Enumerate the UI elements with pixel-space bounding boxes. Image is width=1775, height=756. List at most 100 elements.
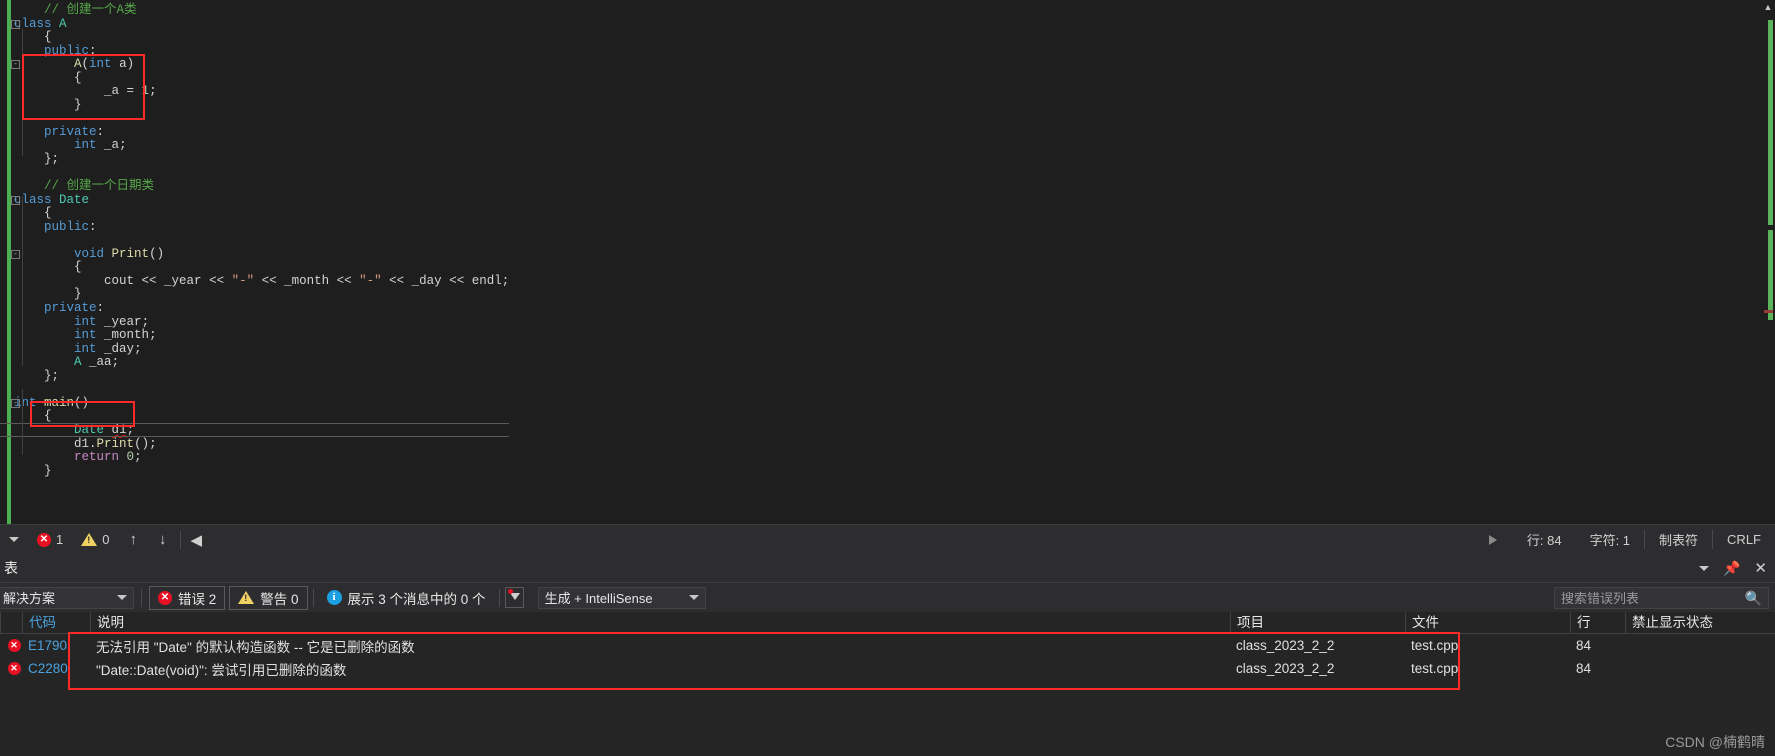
code-line[interactable]: return 0; (0, 450, 509, 465)
build-intellisense-combobox[interactable]: 生成 + IntelliSense (537, 586, 706, 609)
column-header-icon[interactable] (0, 611, 22, 634)
code-token: Date (59, 192, 90, 207)
tab-indicator[interactable]: 制表符 (1644, 530, 1714, 549)
code-token: = (119, 84, 142, 99)
code-line[interactable]: int _year; (0, 315, 509, 330)
code-token: // 创建一个日期类 (44, 179, 155, 194)
code-line[interactable] (0, 383, 509, 397)
fold-toggle-icon[interactable]: - (11, 195, 20, 205)
code-line[interactable]: public: (0, 44, 509, 59)
code-line[interactable]: - class Date (0, 192, 509, 208)
filter-errors-label: 错误 2 (178, 591, 217, 607)
error-count-item[interactable]: ✕ 1 (28, 525, 72, 554)
code-line[interactable]: { (0, 206, 509, 221)
code-line[interactable]: - class A (0, 17, 509, 32)
code-token: cout (104, 273, 135, 288)
scrollbar-thumb-lower[interactable] (1768, 230, 1773, 320)
code-line[interactable]: - A(int a) (0, 57, 509, 72)
code-line[interactable]: A _aa; (0, 355, 509, 370)
pin-icon[interactable]: 📌 (1723, 560, 1740, 577)
search-input[interactable] (1561, 590, 1745, 606)
code-line[interactable]: private: (0, 124, 509, 140)
scroll-up-icon[interactable]: ▲ (1762, 1, 1774, 13)
cell-desc: 无法引用 "Date" 的默认构造函数 -- 它是已删除的函数 (96, 639, 415, 655)
watermark-label: CSDN @楠鹤晴 (1665, 734, 1765, 750)
code-line[interactable]: } (0, 464, 509, 479)
filter-warnings-button[interactable]: 警告 0 (229, 585, 308, 610)
code-line[interactable] (0, 112, 509, 126)
code-line[interactable]: private: (0, 301, 509, 316)
code-token: _year (164, 273, 202, 288)
code-editor[interactable]: // 创建一个A类 - class A { public: - A(int a) { … (0, 0, 1775, 524)
code-line[interactable]: _a = 1; (0, 85, 509, 99)
filter-messages-button[interactable]: i 展示 3 个消息中的 0 个 (319, 586, 494, 610)
column-header-line[interactable]: 行 (1570, 611, 1625, 634)
code-line[interactable]: { (0, 261, 509, 275)
toolbar-divider-3 (498, 588, 500, 607)
code-token: private (44, 124, 97, 139)
status-dropdown-button[interactable] (0, 525, 28, 554)
search-icon[interactable]: 🔍 (1745, 590, 1762, 607)
code-line[interactable]: { (0, 410, 509, 424)
editor-vertical-scrollbar[interactable]: ▲ (1761, 0, 1775, 524)
code-line[interactable]: cout << _year << "-" << _month << "-" <<… (0, 273, 509, 289)
code-line[interactable]: // 创建一个日期类 (0, 179, 509, 194)
warning-count-label: 0 (102, 532, 110, 547)
column-header-proj[interactable]: 项目 (1230, 611, 1405, 634)
table-row[interactable]: ✕ C2280 "Date::Date(void)": 尝试引用已删除的函数 clas… (0, 657, 1775, 680)
code-line[interactable]: int _a; (0, 139, 509, 153)
code-line[interactable] (0, 234, 509, 248)
prev-issue-button[interactable]: ↑ (118, 531, 148, 548)
warning-count-item[interactable]: 0 (72, 525, 118, 554)
collapse-panel-button[interactable]: ◀ (184, 531, 208, 549)
code-line[interactable]: { (0, 30, 509, 45)
code-line[interactable]: }; (0, 152, 509, 167)
cell-proj: class_2023_2_2 (1236, 661, 1335, 676)
code-token: Print (111, 246, 150, 261)
code-line[interactable]: { (0, 71, 509, 86)
filter-icon[interactable] (504, 587, 524, 608)
scope-combobox[interactable]: 解决方案 (0, 586, 134, 609)
scrollbar-thumb[interactable] (1768, 20, 1773, 225)
chevron-down-icon[interactable] (1698, 565, 1709, 571)
column-header-sup[interactable]: 禁止显示状态 (1625, 611, 1775, 634)
next-issue-button[interactable]: ↓ (148, 531, 178, 548)
column-header-desc[interactable]: 说明 (90, 611, 1230, 634)
code-line[interactable]: int _month; (0, 328, 509, 343)
panel-title-bar: 表 📌 ✕ (0, 554, 1775, 582)
column-header-code[interactable]: 代码 (22, 611, 90, 634)
expand-panel-button[interactable] (1488, 534, 1497, 545)
chevron-down-icon (688, 595, 699, 600)
code-line[interactable]: - void Print() (0, 246, 509, 262)
code-line[interactable]: }; (0, 369, 509, 384)
search-error-list-box[interactable]: 🔍 (1554, 587, 1769, 609)
close-icon[interactable]: ✕ (1754, 559, 1767, 577)
code-line[interactable]: // 创建一个A类 (0, 3, 509, 18)
code-line[interactable]: Date d1; (0, 422, 510, 438)
code-token: _aa (89, 355, 112, 370)
code-line[interactable]: d1.Print(); (0, 437, 509, 452)
eol-indicator[interactable]: CRLF (1713, 532, 1775, 547)
fold-toggle-icon[interactable]: - (11, 249, 20, 259)
code-line[interactable]: int _day; (0, 342, 509, 357)
fold-toggle-icon[interactable]: - (11, 60, 20, 70)
code-token: } (74, 97, 82, 112)
column-header-file[interactable]: 文件 (1405, 611, 1570, 634)
code-line[interactable]: public: (0, 219, 509, 235)
filter-errors-button[interactable]: ✕ 错误 2 (149, 585, 226, 610)
fold-toggle-icon[interactable]: - (11, 398, 20, 408)
code-line[interactable]: } (0, 288, 509, 302)
error-list-toolbar: 解决方案 ✕ 错误 2 警告 0 i 展示 3 个消息中的 0 个 生成 + I… (0, 582, 1775, 612)
code-token: public (44, 219, 90, 234)
fold-toggle-icon[interactable]: - (11, 19, 20, 29)
table-row[interactable]: ✕ E1790 无法引用 "Date" 的默认构造函数 -- 它是已删除的函数 cla… (0, 634, 1775, 657)
table-body[interactable]: ✕ E1790 无法引用 "Date" 的默认构造函数 -- 它是已删除的函数 cla… (0, 634, 1775, 680)
source-code[interactable]: // 创建一个A类 - class A { public: - A(int a) { … (0, 3, 510, 479)
code-line[interactable]: - int main() (0, 396, 509, 411)
code-line[interactable]: } (0, 97, 509, 113)
error-marker[interactable] (1764, 310, 1773, 313)
